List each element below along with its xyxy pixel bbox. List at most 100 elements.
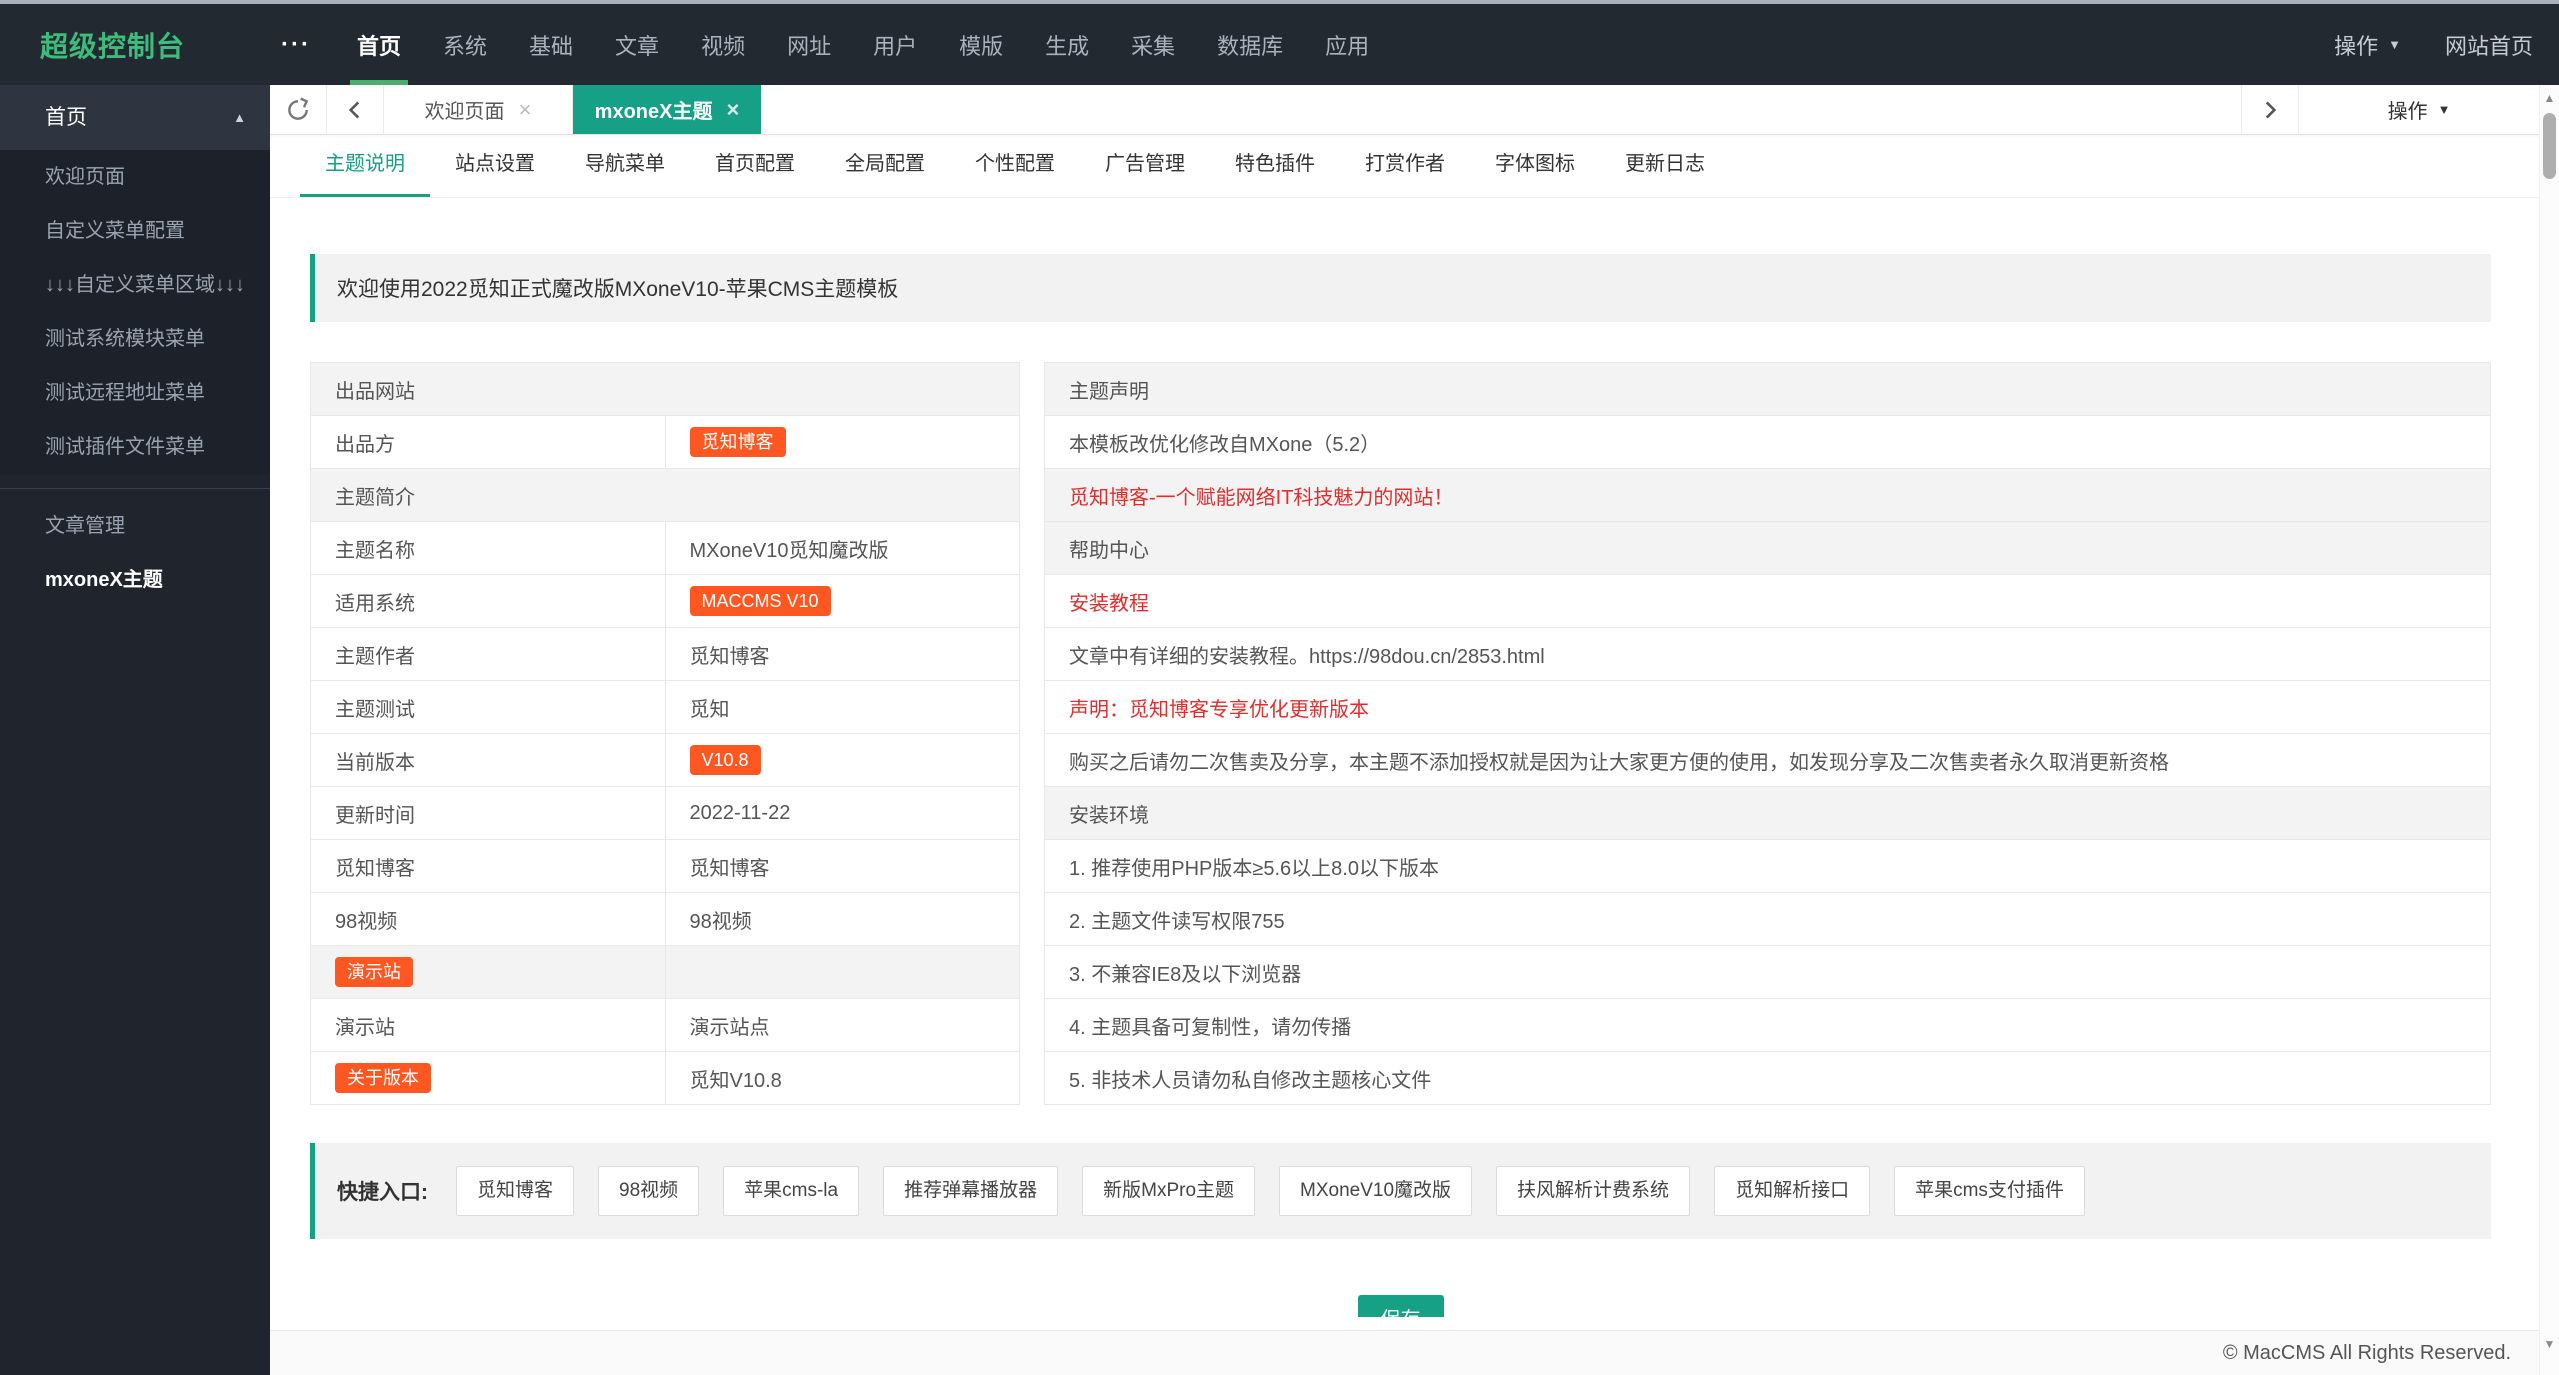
- section-header-cell: 主题简介: [310, 468, 1020, 522]
- tab-home-config[interactable]: 首页配置: [690, 135, 820, 197]
- theme-intro-content: 欢迎使用2022觅知正式魔改版MXoneV10-苹果CMS主题模板 出品网站 出…: [270, 254, 2539, 1317]
- quick-link-98video[interactable]: 98视频: [598, 1166, 700, 1216]
- topnav-website[interactable]: 网址: [766, 4, 852, 85]
- demo-site-badge: 演示站: [335, 957, 413, 987]
- quick-link-mxpro-theme[interactable]: 新版MxPro主题: [1082, 1166, 1256, 1216]
- value-cell: 觅知V10.8: [664, 1051, 1020, 1105]
- topbar-action-dropdown[interactable]: 操作 ▼: [2334, 29, 2401, 61]
- scroll-down-icon[interactable]: ▼: [2540, 1337, 2559, 1351]
- note-cell: 觅知博客-一个赋能网络IT科技魅力的网站！: [1044, 468, 2491, 522]
- topnav-collect[interactable]: 采集: [1110, 4, 1196, 85]
- info-tables: 出品网站 出品方 觅知博客 主题简介 主题名称 MXoneV10觅知魔改版 适用系统…: [310, 362, 2491, 1105]
- table-row: 购买之后请勿二次售卖及分享，本主题不添加授权就是因为让大家更方便的使用，如发现分…: [1044, 733, 2491, 787]
- sidebar-group-label: 首页: [45, 106, 87, 129]
- tab-changelog[interactable]: 更新日志: [1600, 135, 1730, 197]
- page-tabstrip: 欢迎页面 × mxoneX主题 × 操作 ▼: [270, 85, 2539, 135]
- label-cell: 主题名称: [310, 521, 666, 575]
- quick-link-maccms-la[interactable]: 苹果cms-la: [723, 1166, 860, 1216]
- quick-link-danmu-player[interactable]: 推荐弹幕播放器: [883, 1166, 1059, 1216]
- tab-scroll-left-button[interactable]: [327, 85, 384, 134]
- chevron-right-icon: [2257, 97, 2283, 123]
- tab-ad-manage[interactable]: 广告管理: [1080, 135, 1210, 197]
- value-cell: 演示站点: [664, 998, 1020, 1052]
- table-row: 主题简介: [310, 468, 1020, 522]
- theme-notes-wrap: 主题声明 本模板改优化修改自MXone（5.2） 觅知博客-一个赋能网络IT科技…: [1044, 362, 2491, 1105]
- page-tab-welcome[interactable]: 欢迎页面 ×: [384, 85, 573, 134]
- sidebar-item-welcome[interactable]: 欢迎页面: [0, 150, 270, 204]
- page-tab-mxonex-theme[interactable]: mxoneX主题 ×: [573, 85, 761, 134]
- refresh-button[interactable]: [270, 85, 327, 134]
- more-menu-icon[interactable]: ···: [270, 4, 322, 85]
- topnav-template[interactable]: 模版: [938, 4, 1024, 85]
- sidebar-item-custom-menu-area[interactable]: ↓↓↓自定义菜单区域↓↓↓: [0, 258, 270, 312]
- label-cell: 主题测试: [310, 680, 666, 734]
- scrollbar-thumb[interactable]: [2543, 113, 2556, 179]
- copyright-text: © MacCMS All Rights Reserved.: [2222, 1342, 2511, 1364]
- sidebar-item-test-plugin-file[interactable]: 测试插件文件菜单: [0, 420, 270, 474]
- sidebar-item-mxonex-theme[interactable]: mxoneX主题: [0, 553, 270, 607]
- topnav-system[interactable]: 系统: [422, 4, 508, 85]
- tab-action-label: 操作: [2387, 101, 2428, 123]
- value-cell: 觅知博客: [664, 839, 1020, 893]
- sidebar-item-test-remote-url[interactable]: 测试远程地址菜单: [0, 366, 270, 420]
- table-row: 出品方 觅知博客: [310, 415, 1020, 469]
- tab-scroll-right-button[interactable]: [2241, 85, 2299, 134]
- tab-personal-config[interactable]: 个性配置: [950, 135, 1080, 197]
- chevron-left-icon: [342, 97, 368, 123]
- close-icon[interactable]: ×: [726, 98, 739, 121]
- tab-nav-menu[interactable]: 导航菜单: [560, 135, 690, 197]
- table-row: 文章中有详细的安装教程。https://98dou.cn/2853.html: [1044, 627, 2491, 681]
- version-badge: V10.8: [689, 745, 761, 775]
- tab-global-config[interactable]: 全局配置: [820, 135, 950, 197]
- note-cell: 本模板改优化修改自MXone（5.2）: [1044, 415, 2491, 469]
- table-row: 本模板改优化修改自MXone（5.2）: [1044, 415, 2491, 469]
- tab-featured-plugins[interactable]: 特色插件: [1210, 135, 1340, 197]
- tab-theme-intro[interactable]: 主题说明: [300, 135, 430, 197]
- sidebar-item-article-manage[interactable]: 文章管理: [0, 499, 270, 553]
- site-home-link[interactable]: 网站首页: [2445, 29, 2533, 61]
- table-row: 演示站: [310, 945, 1020, 999]
- caret-down-icon: ▼: [2388, 37, 2401, 52]
- topnav-video[interactable]: 视频: [680, 4, 766, 85]
- topbar-right: 操作 ▼ 网站首页: [2334, 4, 2559, 85]
- value-cell: MACCMS V10: [664, 574, 1020, 628]
- value-cell: 觅知博客: [664, 627, 1020, 681]
- topnav-generate[interactable]: 生成: [1024, 4, 1110, 85]
- tab-reward-author[interactable]: 打赏作者: [1340, 135, 1470, 197]
- top-nav: 首页 系统 基础 文章 视频 网址 用户 模版 生成 采集 数据库 应用: [336, 4, 1390, 85]
- tab-font-icons[interactable]: 字体图标: [1470, 135, 1600, 197]
- note-cell: 声明：觅知博客专享优化更新版本: [1044, 680, 2491, 734]
- topnav-user[interactable]: 用户: [852, 4, 938, 85]
- theme-info-table: 出品网站 出品方 觅知博客 主题简介 主题名称 MXoneV10觅知魔改版 适用系统…: [310, 362, 1020, 1105]
- tab-site-settings[interactable]: 站点设置: [430, 135, 560, 197]
- topnav-app[interactable]: 应用: [1304, 4, 1390, 85]
- sidebar-item-custom-menu-config[interactable]: 自定义菜单配置: [0, 204, 270, 258]
- welcome-alert: 欢迎使用2022觅知正式魔改版MXoneV10-苹果CMS主题模板: [310, 254, 2491, 322]
- section-header-cell: 主题声明: [1044, 362, 2491, 416]
- quick-link-mizhi-parse-api[interactable]: 觅知解析接口: [1714, 1166, 1871, 1216]
- quick-link-maccms-pay-plugin[interactable]: 苹果cms支付插件: [1894, 1166, 2085, 1216]
- close-icon[interactable]: ×: [519, 98, 532, 121]
- topnav-article[interactable]: 文章: [594, 4, 680, 85]
- app-logo[interactable]: 超级控制台: [0, 4, 270, 85]
- sidebar-item-test-system-module[interactable]: 测试系统模块菜单: [0, 312, 270, 366]
- topnav-basic[interactable]: 基础: [508, 4, 594, 85]
- quick-link-fufeng-parse[interactable]: 扶风解析计费系统: [1496, 1166, 1691, 1216]
- scroll-up-icon[interactable]: ▲: [2540, 91, 2559, 105]
- label-cell: 更新时间: [310, 786, 666, 840]
- quick-entry-panel: 快捷入口: 觅知博客 98视频 苹果cms-la 推荐弹幕播放器 新版MxPro…: [310, 1143, 2491, 1239]
- save-button[interactable]: 保存: [1357, 1295, 1444, 1317]
- vertical-scrollbar[interactable]: ▲ ▼: [2539, 85, 2559, 1375]
- footer: © MacCMS All Rights Reserved.: [270, 1330, 2539, 1375]
- table-row: 98视频 98视频: [310, 892, 1020, 946]
- topnav-database[interactable]: 数据库: [1196, 4, 1304, 85]
- sidebar-group-home[interactable]: 首页 ▲: [0, 85, 270, 150]
- tab-action-dropdown[interactable]: 操作 ▼: [2299, 85, 2539, 134]
- note-cell: 2. 主题文件读写权限755: [1044, 892, 2491, 946]
- quick-link-mxonev10-mod[interactable]: MXoneV10魔改版: [1279, 1166, 1473, 1216]
- table-row: 主题作者 觅知博客: [310, 627, 1020, 681]
- table-row: 安装环境: [1044, 786, 2491, 840]
- table-row: 帮助中心: [1044, 521, 2491, 575]
- quick-link-mizhi-blog[interactable]: 觅知博客: [456, 1166, 575, 1216]
- topnav-home[interactable]: 首页: [336, 4, 422, 85]
